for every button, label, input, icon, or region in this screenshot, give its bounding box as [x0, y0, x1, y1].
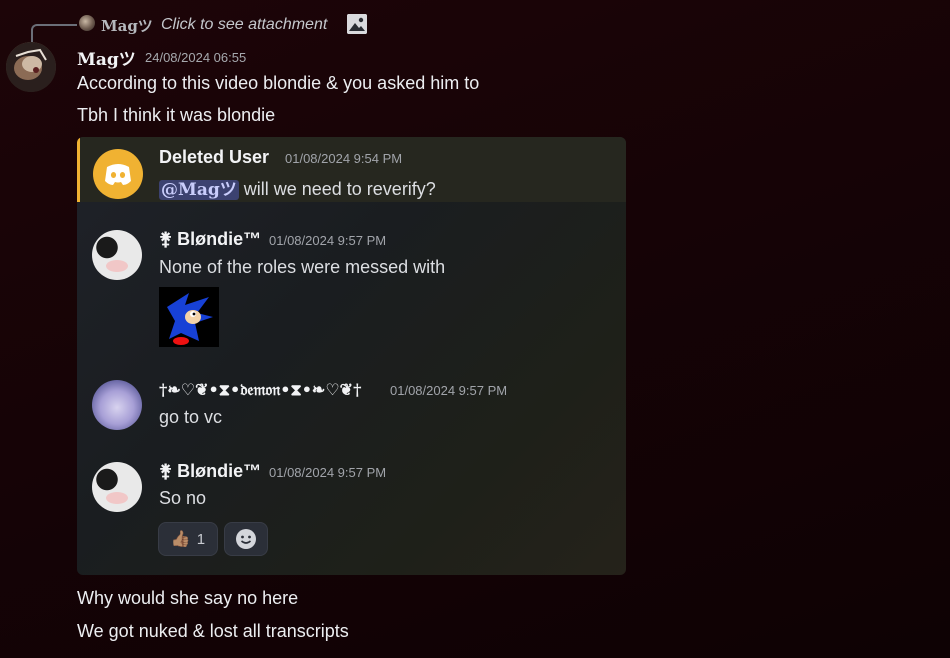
message-timestamp: 24/08/2024 06:55: [145, 50, 247, 65]
embed-author: ⚵ Bløndie™: [159, 229, 262, 249]
message-line: According to this video blondie & you as…: [77, 73, 480, 93]
embed-timestamp: 01/08/2024 9:57 PM: [269, 465, 387, 480]
sonic-image: [159, 287, 219, 347]
embed-message-text: None of the roles were messed with: [159, 257, 446, 277]
avatar: [92, 230, 142, 280]
embed-timestamp: 01/08/2024 9:57 PM: [390, 383, 508, 398]
avatar: [92, 380, 142, 430]
reaction-thumbs-up: 👍🏽 1: [158, 522, 218, 556]
avatar: [92, 462, 142, 512]
discord-logo-icon: [93, 149, 143, 199]
embed-message-body: will we need to reverify?: [238, 179, 436, 199]
reply-connector: [31, 24, 77, 42]
attachment-embed[interactable]: Deleted User 01/08/2024 9:54 PM @Magツ wi…: [77, 137, 626, 575]
message-line: Why would she say no here: [77, 588, 299, 608]
embed-author: †❧♡❦•⧗•𝔡𝔢𝔪𝔬𝔫•⧗•❧♡❦†: [159, 380, 362, 399]
avatar[interactable]: [6, 42, 56, 92]
reply-attachment-link[interactable]: Click to see attachment: [161, 16, 327, 34]
embed-timestamp: 01/08/2024 9:57 PM: [269, 233, 387, 248]
message-line: We got nuked & lost all transcripts: [77, 621, 349, 641]
reply-author[interactable]: Magツ: [101, 15, 153, 36]
embed-timestamp: 01/08/2024 9:54 PM: [285, 151, 403, 166]
add-reaction-button: [224, 522, 268, 556]
thumbs-up-icon: 👍🏽: [170, 531, 191, 548]
add-reaction-icon: [236, 529, 256, 549]
image-icon: [347, 14, 367, 34]
embed-message-text: go to vc: [159, 407, 223, 427]
reaction-count: 1: [196, 530, 206, 548]
embed-message-text: @Magツ will we need to reverify?: [159, 175, 436, 200]
embed-author: Deleted User: [159, 147, 270, 167]
embed-message-text: So no: [159, 488, 207, 508]
message-author[interactable]: Magツ: [77, 45, 136, 70]
embed-author: ⚵ Bløndie™: [159, 461, 262, 481]
user-mention: @Magツ: [159, 180, 239, 200]
reply-avatar[interactable]: [79, 15, 95, 31]
message-line: Tbh I think it was blondie: [77, 105, 276, 125]
